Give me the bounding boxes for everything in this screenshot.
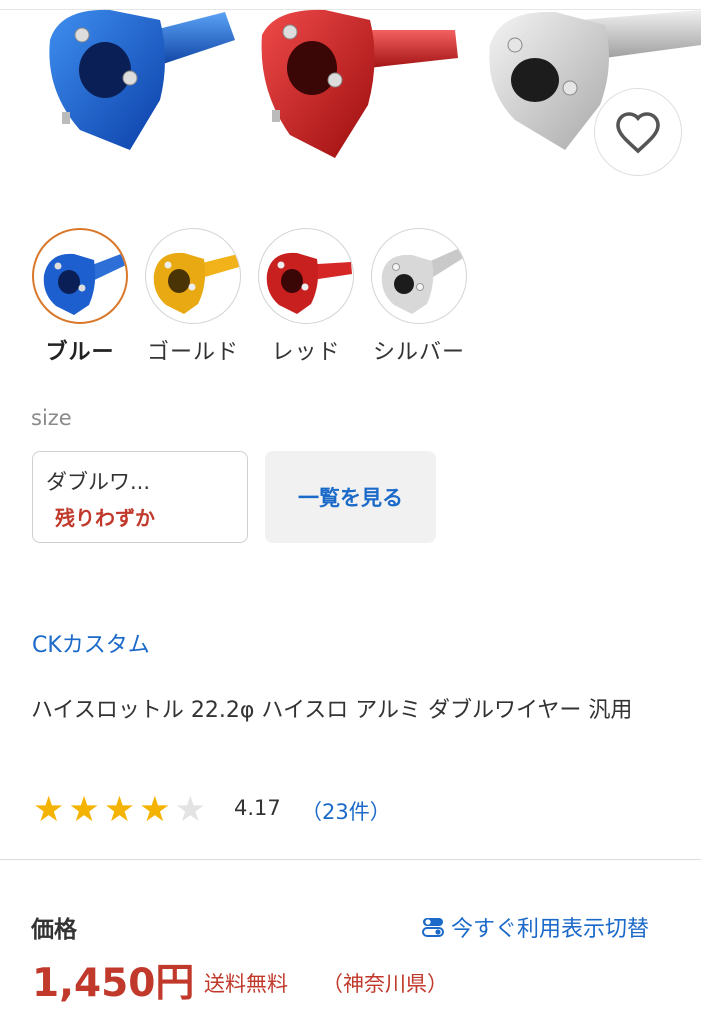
shipping-region: （神奈川県） bbox=[322, 972, 448, 996]
swatch-image-red bbox=[266, 252, 352, 314]
rating-value: 4.17 bbox=[234, 796, 281, 820]
star-filled-icon: ★ bbox=[103, 790, 136, 830]
star-empty-icon: ★ bbox=[174, 790, 206, 830]
product-title: ハイスロットル 22.2φ ハイスロ アルミ ダブルワイヤー 汎用 bbox=[31, 698, 633, 723]
swatch-silver[interactable] bbox=[371, 228, 467, 324]
swatch-label-blue[interactable]: ブルー bbox=[21, 334, 139, 366]
size-option-selected[interactable]: ダブルワ... 残りわずか bbox=[32, 451, 248, 543]
display-switch-label: 今すぐ利用表示切替 bbox=[451, 917, 650, 942]
favorite-button[interactable] bbox=[594, 88, 682, 176]
heart-outline-icon bbox=[616, 112, 660, 154]
swatch-red[interactable] bbox=[258, 228, 354, 324]
swatch-image-blue bbox=[43, 252, 126, 315]
store-link[interactable]: CKカスタム bbox=[32, 627, 150, 659]
product-image-carousel[interactable] bbox=[0, 0, 701, 205]
review-count-link[interactable]: （23件） bbox=[301, 796, 391, 826]
swatch-image-gold bbox=[153, 252, 239, 314]
stock-status: 残りわずか bbox=[55, 506, 155, 530]
product-image-blue bbox=[49, 9, 235, 150]
size-section-label: size bbox=[31, 406, 72, 430]
price-label: 価格 bbox=[31, 917, 77, 943]
toggle-icon bbox=[422, 918, 444, 937]
view-all-sizes-button[interactable]: 一覧を見る bbox=[265, 451, 436, 543]
display-switch-link[interactable]: 今すぐ利用表示切替 bbox=[421, 911, 649, 943]
swatch-label-red[interactable]: レッド bbox=[247, 334, 365, 366]
star-filled-icon: ★ bbox=[33, 790, 65, 830]
swatch-label-silver[interactable]: シルバー bbox=[360, 334, 478, 366]
price-amount: 1,450円 bbox=[32, 961, 195, 1006]
section-divider bbox=[0, 859, 701, 860]
swatch-label-gold[interactable]: ゴールド bbox=[134, 334, 252, 366]
swatch-blue[interactable] bbox=[32, 228, 128, 324]
size-option-name: ダブルワ... bbox=[46, 470, 151, 494]
product-image-red bbox=[261, 9, 458, 159]
rating-stars: ★ ★ ★ ★ ★ bbox=[33, 792, 206, 828]
shipping-badge: 送料無料 bbox=[204, 972, 288, 996]
swatch-image-silver bbox=[381, 247, 465, 314]
star-filled-icon: ★ bbox=[68, 790, 100, 830]
swatch-gold[interactable] bbox=[145, 228, 241, 324]
star-filled-icon: ★ bbox=[139, 790, 171, 830]
